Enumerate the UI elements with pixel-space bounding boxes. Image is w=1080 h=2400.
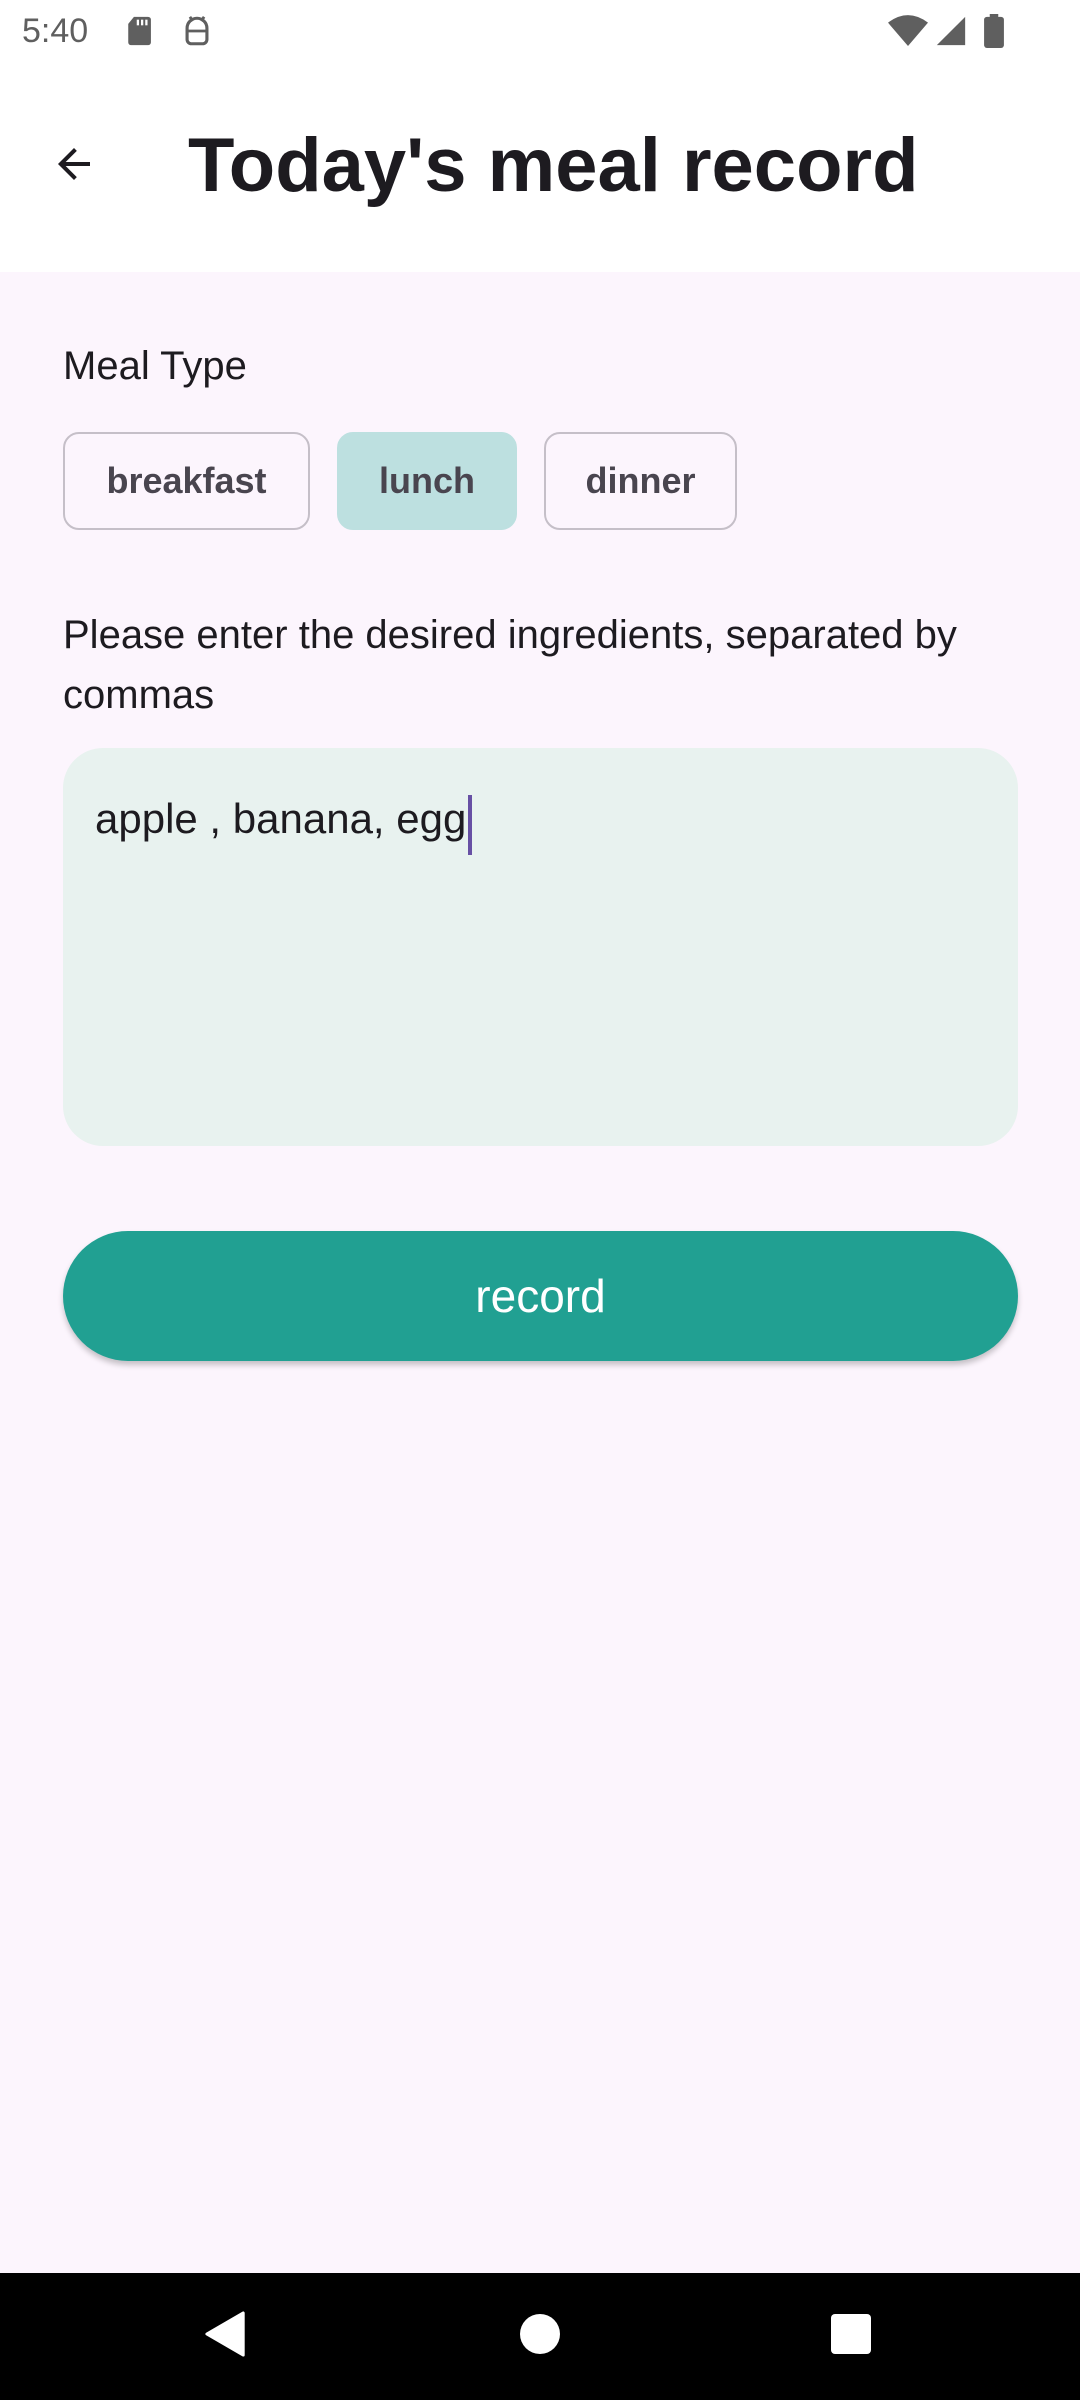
page-title: Today's meal record (188, 123, 919, 208)
text-caret (468, 794, 473, 855)
meal-type-label: Meal Type (63, 344, 247, 388)
status-time: 5:40 (22, 12, 89, 50)
ingredients-input[interactable]: apple , banana, egg (63, 748, 1018, 1146)
ingredients-label: Please enter the desired ingredients, se… (63, 613, 957, 717)
chip-dinner[interactable]: dinner (544, 432, 737, 530)
recents-square-icon (831, 2314, 871, 2359)
back-triangle-icon (204, 2311, 248, 2362)
android-debug-icon (180, 14, 214, 48)
record-button[interactable]: record (63, 1231, 1018, 1361)
battery-icon (982, 14, 1006, 48)
cellular-signal-icon (934, 14, 968, 48)
chip-breakfast[interactable]: breakfast (63, 432, 310, 530)
nav-back-button[interactable] (166, 2273, 286, 2400)
chip-lunch[interactable]: lunch (337, 432, 517, 530)
ingredients-input-value: apple , banana, egg (95, 795, 467, 842)
nav-recents-button[interactable] (791, 2273, 911, 2400)
status-bar: 5:40 (0, 0, 1080, 62)
arrow-back-icon (50, 140, 98, 193)
home-circle-icon (520, 2314, 560, 2359)
wifi-icon (888, 14, 928, 48)
nav-home-button[interactable] (480, 2273, 600, 2400)
sd-card-icon (124, 14, 158, 48)
system-nav-bar (0, 2273, 1080, 2400)
app-bar: Today's meal record (0, 62, 1080, 272)
back-button[interactable] (32, 124, 116, 208)
